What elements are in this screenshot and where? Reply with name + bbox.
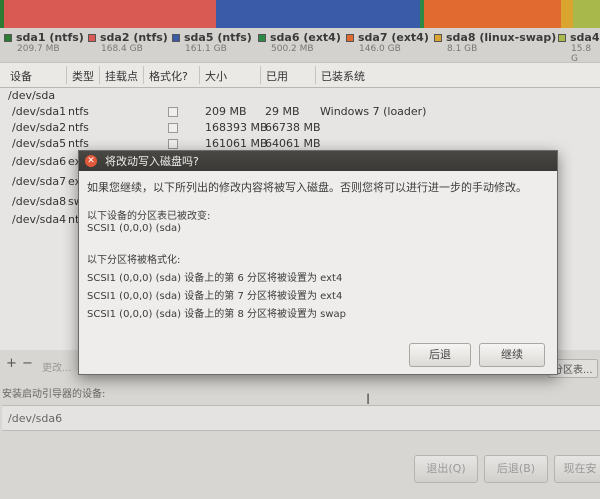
write-changes-dialog: ✕ 将改动写入磁盘吗? 如果您继续，以下所列出的修改内容将被写入磁盘。否则您将可… bbox=[78, 150, 558, 375]
row-used: 64061 MB bbox=[265, 137, 321, 150]
legend-item: sda2 (ntfs) 168.4 GB bbox=[88, 31, 168, 54]
column-device[interactable]: 设备 bbox=[10, 68, 32, 84]
row-used: 29 MB bbox=[265, 105, 300, 118]
table-row-disk[interactable]: /dev/sda bbox=[0, 88, 600, 104]
column-system[interactable]: 已装系统 bbox=[321, 68, 365, 84]
row-size: 168393 MB bbox=[205, 121, 268, 134]
legend-size: 8.1 GB bbox=[447, 44, 478, 54]
column-used[interactable]: 已用 bbox=[266, 68, 288, 84]
bootloader-device-value: /dev/sda6 bbox=[8, 412, 63, 425]
row-type: ntfs bbox=[68, 137, 89, 150]
legend-swatch bbox=[172, 33, 180, 42]
quit-button[interactable]: 退出(Q) bbox=[414, 455, 478, 483]
format-checkbox[interactable] bbox=[168, 139, 178, 149]
legend-name: sda7 (ext4) bbox=[358, 31, 429, 44]
format-item: SCSI1 (0,0,0) (sda) 设备上的第 7 分区将被设置为 ext4 bbox=[87, 291, 343, 302]
partition-bar-sda2 bbox=[4, 0, 216, 28]
add-partition-button[interactable]: + bbox=[6, 356, 17, 371]
legend-size: 209.7 MB bbox=[17, 44, 60, 54]
legend-swatch bbox=[88, 33, 96, 42]
column-mount[interactable]: 挂载点 bbox=[105, 68, 138, 84]
partition-bar bbox=[0, 0, 600, 28]
partition-bar-sda7 bbox=[424, 0, 561, 28]
table-row[interactable]: /dev/sda1 ntfs 209 MB 29 MB Windows 7 (l… bbox=[0, 104, 600, 120]
row-type: ntfs bbox=[68, 121, 89, 134]
row-type: ntfs bbox=[68, 105, 89, 118]
partition-bar-sda5 bbox=[216, 0, 420, 28]
partition-legend: sda1 (ntfs) 209.7 MB sda2 (ntfs) 168.4 G… bbox=[0, 31, 600, 64]
format-checkbox[interactable] bbox=[168, 123, 178, 133]
row-device: /dev/sda5 bbox=[12, 137, 67, 150]
back-button[interactable]: 后退(B) bbox=[484, 455, 548, 483]
legend-size: 168.4 GB bbox=[101, 44, 143, 54]
legend-size: 500.2 MB bbox=[271, 44, 314, 54]
legend-item: sda7 (ext4) 146.0 GB bbox=[346, 31, 429, 54]
format-item: SCSI1 (0,0,0) (sda) 设备上的第 8 分区将被设置为 swap bbox=[87, 309, 347, 320]
format-item: SCSI1 (0,0,0) (sda) 设备上的第 6 分区将被设置为 ext4 bbox=[87, 273, 343, 284]
format-checkbox[interactable] bbox=[168, 107, 178, 117]
row-device: /dev/sda2 bbox=[12, 121, 67, 134]
row-system: Windows 7 (loader) bbox=[320, 105, 427, 118]
dialog-continue-button[interactable]: 继续 bbox=[479, 343, 545, 367]
column-type[interactable]: 类型 bbox=[72, 68, 94, 84]
row-device: /dev/sda6 bbox=[12, 155, 67, 168]
format-heading: 以下分区将被格式化: bbox=[87, 255, 181, 266]
legend-name: sda2 (ntfs) bbox=[100, 31, 168, 44]
dialog-message: 如果您继续，以下所列出的修改内容将被写入磁盘。否则您将可以进行进一步的手动修改。 bbox=[87, 181, 527, 194]
legend-swatch bbox=[434, 33, 442, 42]
legend-name: sda5 (ntfs) bbox=[184, 31, 252, 44]
bootloader-label: 安装启动引导器的设备: bbox=[2, 389, 106, 400]
legend-swatch bbox=[258, 33, 266, 42]
disk-name: /dev/sda bbox=[8, 89, 56, 102]
row-device: /dev/sda8 bbox=[12, 195, 67, 208]
column-size[interactable]: 大小 bbox=[205, 68, 227, 84]
partition-table-header: 设备 类型 挂载点 格式化? 大小 已用 已装系统 bbox=[0, 62, 600, 88]
row-used: 66738 MB bbox=[265, 121, 321, 134]
bootloader-device-select[interactable]: /dev/sda6 bbox=[2, 405, 600, 431]
partition-table-changed-heading: 以下设备的分区表已被改变: bbox=[87, 211, 211, 222]
close-icon[interactable]: ✕ bbox=[85, 155, 97, 167]
partition-bar-sda4 bbox=[573, 0, 600, 28]
change-partition-button[interactable]: 更改... bbox=[42, 359, 72, 374]
legend-item: sda1 (ntfs) 209.7 MB bbox=[4, 31, 84, 54]
text-cursor-icon: Ⅰ bbox=[366, 392, 371, 408]
remove-partition-button[interactable]: − bbox=[22, 356, 33, 371]
legend-size: 161.1 GB bbox=[185, 44, 227, 54]
install-now-button[interactable]: 现在安 bbox=[554, 455, 600, 483]
legend-item: sda6 (ext4) 500.2 MB bbox=[258, 31, 341, 54]
dialog-title: 将改动写入磁盘吗? bbox=[105, 155, 199, 168]
dialog-titlebar: ✕ 将改动写入磁盘吗? bbox=[79, 151, 557, 171]
table-row[interactable]: /dev/sda2 ntfs 168393 MB 66738 MB bbox=[0, 120, 600, 136]
legend-name: sda4 bbox=[570, 31, 600, 44]
dialog-back-button[interactable]: 后退 bbox=[409, 343, 471, 367]
row-device: /dev/sda7 bbox=[12, 175, 67, 188]
column-format[interactable]: 格式化? bbox=[149, 68, 188, 84]
changed-device: SCSI1 (0,0,0) (sda) bbox=[87, 223, 182, 234]
row-size: 161061 MB bbox=[205, 137, 268, 150]
legend-item: sda5 (ntfs) 161.1 GB bbox=[172, 31, 252, 54]
legend-name: sda1 (ntfs) bbox=[16, 31, 84, 44]
legend-name: sda8 (linux-swap) bbox=[446, 31, 557, 44]
legend-size: 146.0 GB bbox=[359, 44, 401, 54]
legend-name: sda6 (ext4) bbox=[270, 31, 341, 44]
legend-swatch bbox=[4, 33, 12, 42]
legend-swatch bbox=[558, 33, 566, 42]
row-device: /dev/sda1 bbox=[12, 105, 67, 118]
row-device: /dev/sda4 bbox=[12, 213, 67, 226]
partition-bar-sda8 bbox=[561, 0, 573, 28]
legend-item: sda8 (linux-swap) 8.1 GB bbox=[434, 31, 556, 54]
legend-size: 15.8 G bbox=[571, 44, 592, 64]
legend-item: sda4 15.8 G bbox=[558, 31, 600, 64]
row-size: 209 MB bbox=[205, 105, 247, 118]
legend-swatch bbox=[346, 33, 354, 42]
